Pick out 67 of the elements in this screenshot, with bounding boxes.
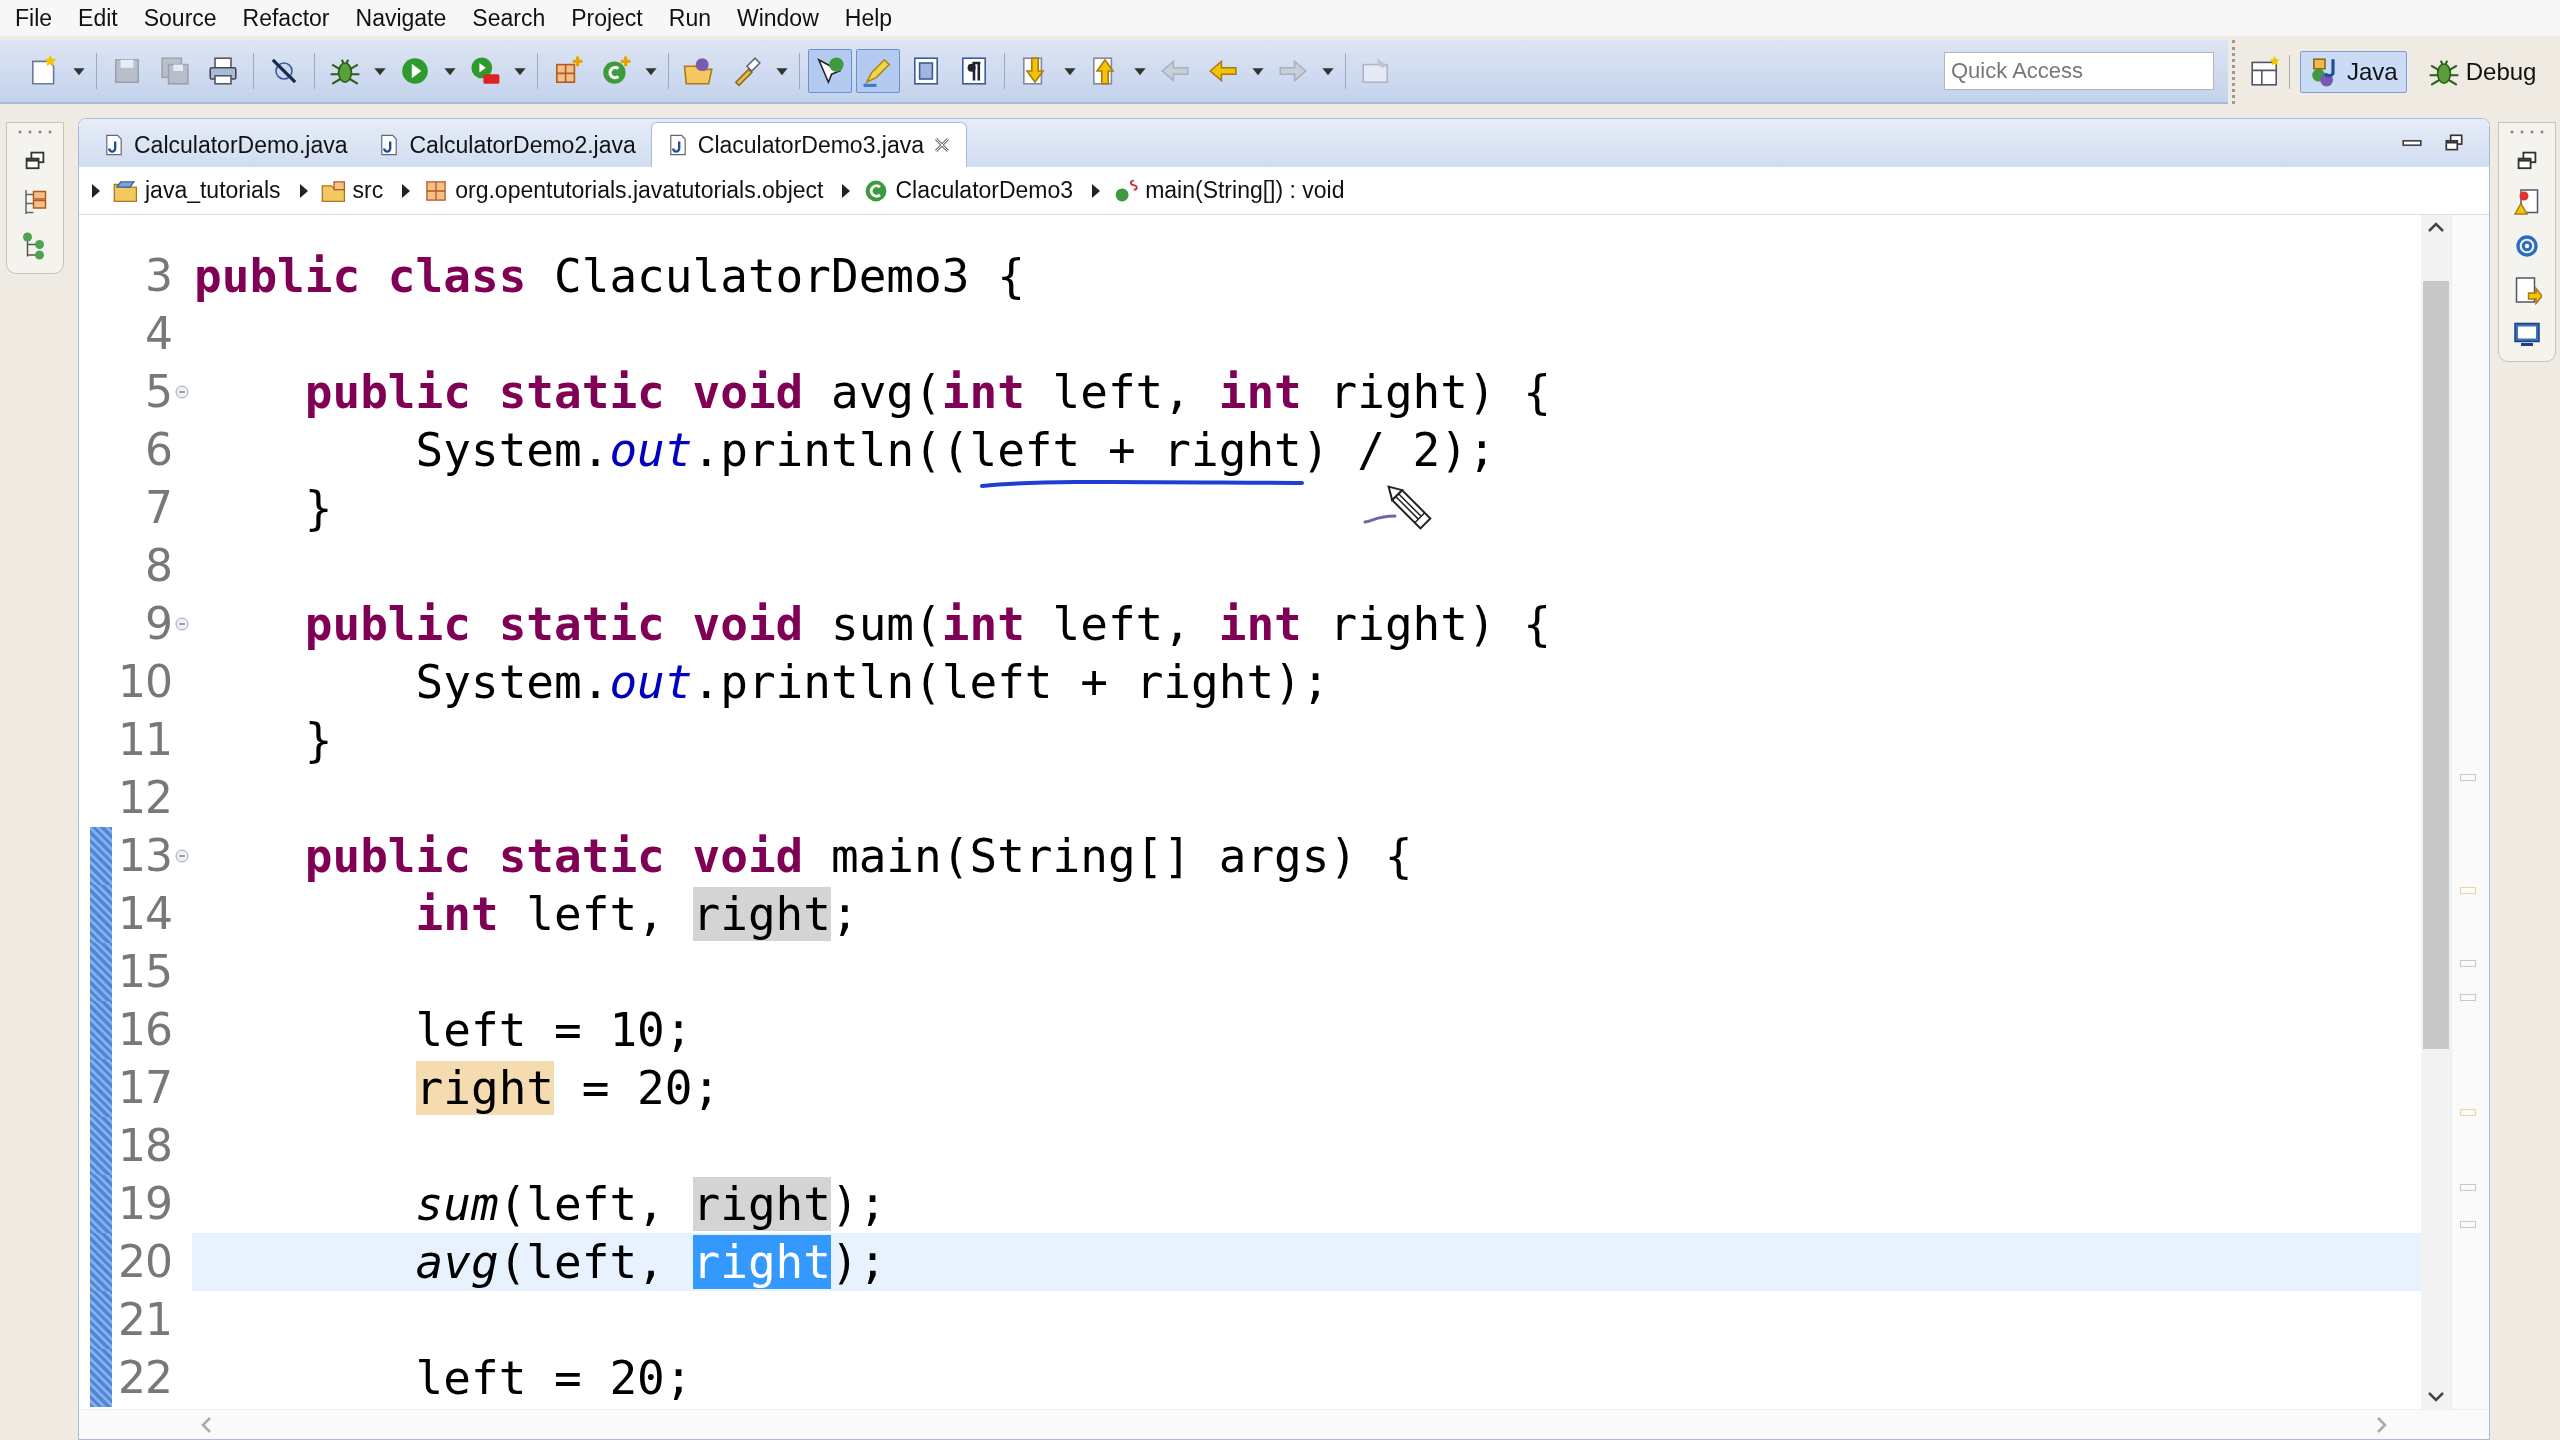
code-line: public static void avg(int left, int right) { xyxy=(304,365,1552,419)
line-number: 4 xyxy=(145,308,172,359)
method-icon xyxy=(1113,177,1140,204)
cursor-icon[interactable] xyxy=(808,49,852,93)
grip-icon[interactable] xyxy=(2509,129,2545,135)
scroll-down-icon[interactable] xyxy=(2427,1389,2445,1403)
menu-item[interactable]: Edit xyxy=(65,4,131,32)
code-line: int left, right; xyxy=(415,887,859,941)
line-number: 12 xyxy=(118,772,172,823)
code-line: left = 20; xyxy=(415,1351,693,1405)
grip-icon[interactable] xyxy=(17,129,53,135)
line-number: 21 xyxy=(118,1294,172,1345)
line-number: 8 xyxy=(145,540,172,591)
quick-access-field[interactable]: Quick Access xyxy=(1944,52,2214,90)
menu-item[interactable]: Help xyxy=(831,4,906,32)
collapse-icon[interactable] xyxy=(175,385,189,399)
line-number: 5 xyxy=(145,366,172,417)
vertical-scrollbar[interactable] xyxy=(2421,215,2451,1409)
breadcrumb-item[interactable]: org.opentutorials.javatutorials.object xyxy=(423,177,824,204)
menu-item[interactable]: File xyxy=(2,4,66,32)
editor-tab[interactable]: CalculatorDemo.java xyxy=(87,122,363,167)
breadcrumb-item[interactable]: ClaculatorDemo3 xyxy=(863,177,1074,204)
breadcrumb-item[interactable]: main(String[]) : void xyxy=(1113,177,1345,204)
scrollbar-thumb[interactable] xyxy=(2423,281,2449,1049)
line-number: 6 xyxy=(145,424,172,475)
line-number: 20 xyxy=(118,1236,172,1287)
menu-item[interactable]: Window xyxy=(723,4,832,32)
code-line: public static void sum(int left, int right) { xyxy=(304,597,1552,651)
line-number: 13 xyxy=(118,830,172,881)
collapse-icon[interactable] xyxy=(175,617,189,631)
menu-item[interactable]: Refactor xyxy=(229,4,343,32)
line-number: 10 xyxy=(118,656,172,707)
line-number: 22 xyxy=(118,1352,172,1403)
perspective-button[interactable]: Java xyxy=(2300,51,2407,93)
code-line: } xyxy=(304,481,333,535)
menu-item[interactable]: Project xyxy=(558,4,656,32)
line-number: 17 xyxy=(118,1062,172,1113)
editor-tab[interactable]: ClaculatorDemo3.java xyxy=(650,122,968,167)
code-line: System.out.println((left + right) / 2); xyxy=(415,423,1496,477)
breadcrumb-item[interactable]: java_tutorials xyxy=(113,177,281,204)
code-line: public class ClaculatorDemo3 { xyxy=(194,249,1025,303)
code-line: right = 20; xyxy=(415,1061,721,1115)
line-number: 7 xyxy=(145,482,172,533)
line-number: 19 xyxy=(118,1178,172,1229)
code-line: sum(left, right); xyxy=(415,1177,887,1231)
line-number: 18 xyxy=(118,1120,172,1171)
code-line: System.out.println(left + right); xyxy=(415,655,1330,709)
breadcrumb-item[interactable]: src xyxy=(320,177,384,204)
menu-item[interactable]: Search xyxy=(459,4,559,32)
menu-item[interactable]: Source xyxy=(130,4,230,32)
line-number: 3 xyxy=(145,250,172,301)
collapse-icon[interactable] xyxy=(175,849,189,863)
line-number: 14 xyxy=(118,888,172,939)
code-line: left = 10; xyxy=(415,1003,693,1057)
open-perspective-icon[interactable] xyxy=(2249,56,2281,88)
line-number: 11 xyxy=(118,714,172,765)
editor-tab[interactable]: CalculatorDemo2.java xyxy=(362,122,651,167)
pen-stroke xyxy=(1362,512,1398,526)
line-number: 16 xyxy=(118,1004,172,1055)
menu-item[interactable]: Run xyxy=(655,4,724,32)
code-line: } xyxy=(304,713,333,767)
menu-item[interactable]: Navigate xyxy=(342,4,460,32)
line-number: 15 xyxy=(118,946,172,997)
code-line: public static void main(String[] args) { xyxy=(304,829,1413,883)
code-line: avg(left, right); xyxy=(415,1235,887,1289)
line-number: 9 xyxy=(145,598,172,649)
perspective-button[interactable]: Debug xyxy=(2418,51,2546,93)
